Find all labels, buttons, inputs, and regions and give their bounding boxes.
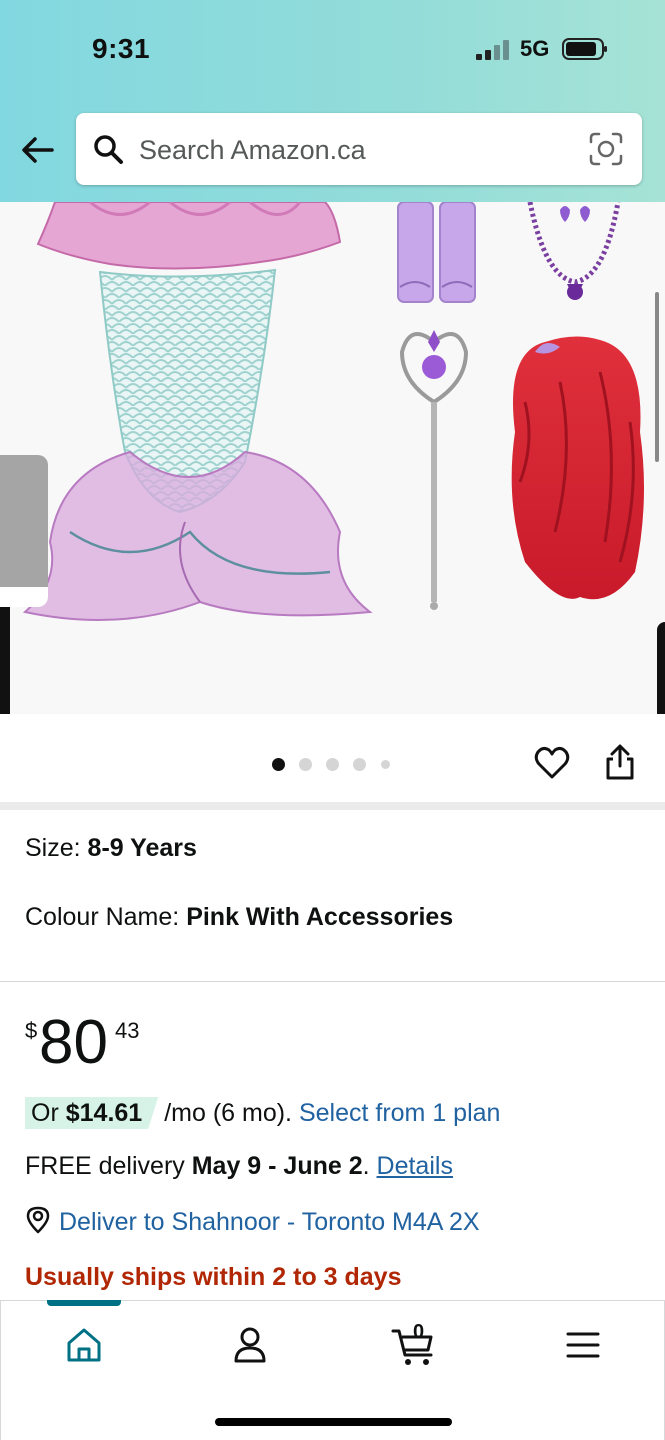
deliver-to-link[interactable]: Deliver to Shahnoor - Toronto M4A 2X [25, 1206, 480, 1237]
battery-icon [562, 38, 607, 60]
select-plan-link[interactable]: Select from 1 plan [299, 1099, 501, 1127]
cart-count: 0 [413, 1321, 425, 1343]
carousel-dot[interactable] [381, 760, 390, 769]
network-type: 5G [520, 36, 550, 61]
carousel-dot[interactable] [326, 758, 339, 771]
search-icon [94, 135, 123, 164]
nav-active-indicator [47, 1300, 121, 1306]
heart-icon[interactable] [534, 745, 570, 781]
home-icon[interactable] [62, 1323, 106, 1367]
search-placeholder: Search Amazon.ca [139, 135, 366, 165]
size-label: Size: [25, 834, 81, 862]
colour-variation[interactable]: Colour Name: Pink With Accessories [25, 903, 453, 932]
product-image[interactable] [0, 202, 665, 714]
price-symbol: $ [25, 1018, 38, 1043]
account-icon[interactable] [228, 1323, 272, 1367]
scroll-indicator [655, 292, 659, 462]
location-pin-icon [26, 1206, 50, 1234]
edge-shadow [657, 622, 665, 714]
cellular-signal-icon [476, 40, 509, 60]
accessibility-tab[interactable] [0, 455, 48, 607]
installment-amount: $14.61 [65, 1099, 143, 1127]
delivery-details-link[interactable]: Details [377, 1152, 453, 1180]
camera-scan-icon[interactable] [588, 131, 624, 167]
delivery-info: FREE delivery May 9 - June 2. Details [25, 1152, 453, 1181]
installment-row: Or $14.61/mo (6 mo). Select from 1 plan [25, 1097, 500, 1129]
cart-button[interactable]: 0 [391, 1321, 441, 1367]
status-time: 9:31 [92, 33, 151, 64]
delivery-dates: May 9 - June 2 [191, 1152, 363, 1180]
mermaid-costume-image [22, 202, 644, 621]
colour-value: Pink With Accessories [186, 903, 454, 931]
carousel-dot-active[interactable] [272, 758, 285, 771]
price-fraction: 43 [115, 1018, 140, 1043]
availability-status: Usually ships within 2 to 3 days [25, 1263, 402, 1291]
carousel-dot[interactable] [299, 758, 312, 771]
carousel-controls [0, 714, 665, 802]
search-input[interactable]: Search Amazon.ca [76, 113, 642, 185]
menu-icon[interactable] [561, 1323, 605, 1367]
app-header: 9:31 5G Search Amazon.ca [0, 0, 665, 202]
installment-terms: /mo (6 mo). [164, 1099, 292, 1127]
bottom-nav: 0 [0, 1300, 665, 1440]
carousel-dot[interactable] [353, 758, 366, 771]
deliver-to-text: Deliver to Shahnoor - Toronto M4A 2X [59, 1208, 480, 1236]
delivery-suffix: . [362, 1152, 370, 1180]
delivery-prefix: FREE delivery [25, 1152, 185, 1180]
size-variation[interactable]: Size: 8-9 Years [25, 834, 197, 863]
colour-label: Colour Name: [25, 903, 180, 931]
section-divider [0, 981, 665, 982]
size-value: 8-9 Years [87, 834, 197, 862]
back-arrow-icon[interactable] [20, 132, 56, 168]
section-divider [0, 802, 665, 810]
installment-prefix: Or [31, 1099, 59, 1127]
home-indicator[interactable] [215, 1418, 452, 1426]
installment-badge: Or $14.61 [25, 1097, 158, 1129]
share-icon[interactable] [603, 744, 637, 780]
price-whole: 80 [39, 1008, 108, 1077]
